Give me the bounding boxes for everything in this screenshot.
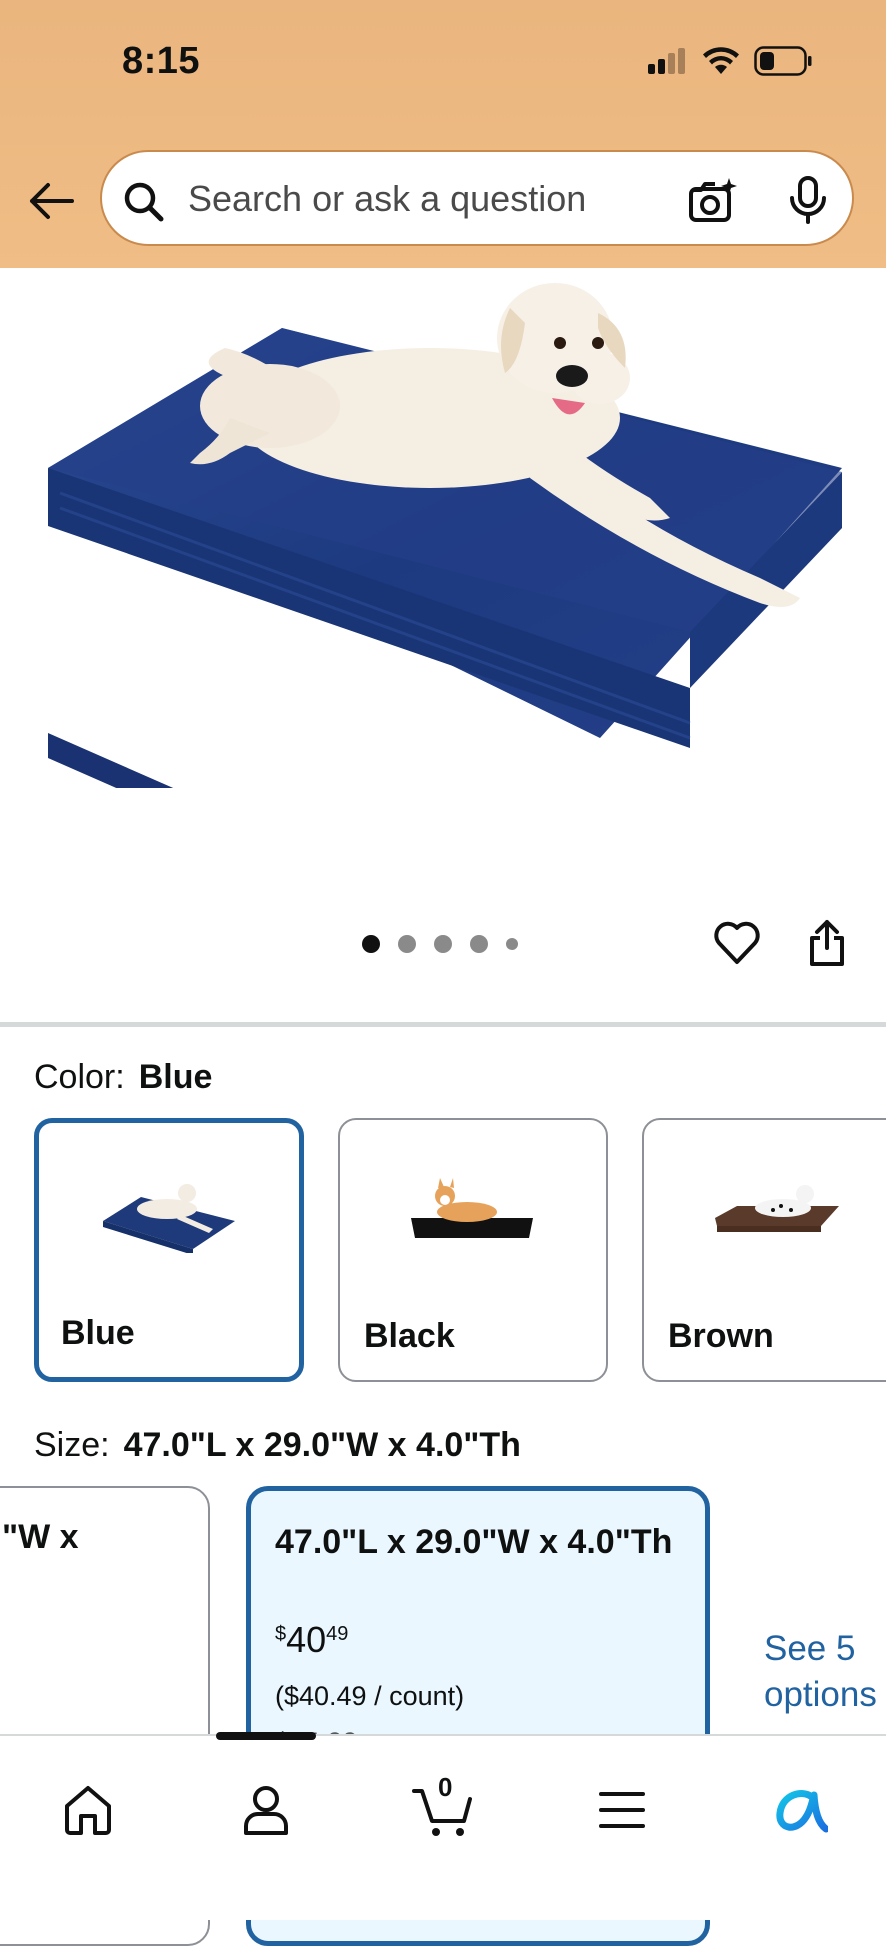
color-label: Color: Blue (34, 1058, 212, 1097)
swatch-image-brown (715, 1185, 839, 1232)
swatch-label: Brown (668, 1317, 774, 1355)
hamburger-menu-icon (599, 1792, 645, 1828)
search-input[interactable] (186, 172, 750, 226)
swatch-label: Black (364, 1317, 455, 1355)
back-arrow-icon (30, 183, 74, 219)
color-swatch-brown[interactable]: Brown (642, 1118, 886, 1382)
size-label: Size: 47.0"L x 29.0"W x 4.0"Th (34, 1426, 521, 1465)
carousel-dot[interactable] (506, 938, 518, 950)
swatch-label: Blue (61, 1314, 135, 1352)
search-bar[interactable] (100, 150, 854, 246)
tab-cart[interactable]: 0 (404, 1770, 484, 1850)
carousel-dot[interactable] (470, 935, 488, 953)
color-swatch-blue[interactable]: Blue (34, 1118, 304, 1382)
size-label-text: Size: (34, 1426, 110, 1464)
add-to-wishlist-button[interactable] (712, 918, 762, 971)
heart-icon (714, 921, 760, 964)
camera-icon (689, 178, 737, 222)
battery-icon (754, 46, 812, 76)
home-icon (65, 1786, 111, 1835)
voice-search-button[interactable] (788, 176, 828, 229)
selected-color: Blue (138, 1058, 213, 1096)
carousel-dot[interactable] (362, 935, 380, 953)
color-label-text: Color: (34, 1058, 125, 1096)
image-carousel-dots[interactable] (362, 935, 518, 953)
signal-icon (648, 48, 685, 74)
tab-menu[interactable] (582, 1770, 662, 1850)
rufus-icon (776, 1790, 828, 1833)
size-option-title: "W x (2, 1518, 79, 1556)
price-fraction: 49 (326, 1623, 349, 1645)
carousel-dot[interactable] (398, 935, 416, 953)
person-icon (244, 1786, 288, 1835)
selected-size: 47.0"L x 29.0"W x 4.0"Th (123, 1426, 521, 1464)
carousel-dot[interactable] (434, 935, 452, 953)
see-more-options-link[interactable]: See 5 options (764, 1626, 884, 1718)
camera-search-button[interactable] (687, 176, 739, 229)
tab-rufus-assistant[interactable] (760, 1770, 840, 1850)
status-icons (648, 46, 812, 76)
cart-count: 0 (438, 1772, 453, 1802)
size-option-title: 47.0"L x 29.0"W x 4.0"Th (275, 1523, 673, 1561)
share-button[interactable] (806, 918, 848, 973)
swatch-image-blue (103, 1184, 235, 1253)
wifi-icon (703, 47, 739, 74)
back-button[interactable] (26, 178, 76, 224)
header: 8:15 (0, 0, 886, 268)
share-icon (810, 920, 844, 966)
unit-price: ($40.49 / count) (275, 1681, 465, 1711)
search-icon (124, 182, 164, 222)
microphone-icon (790, 176, 826, 224)
price-whole: 40 (286, 1619, 327, 1660)
status-time: 8:15 (122, 40, 201, 82)
price: $4049 (275, 1619, 348, 1661)
active-tab-indicator (216, 1732, 316, 1740)
tab-home[interactable] (48, 1770, 128, 1850)
swatch-image-black (411, 1178, 533, 1238)
section-divider (0, 1022, 886, 1027)
bottom-navigation-bar: 0 (0, 1732, 886, 1920)
color-swatch-black[interactable]: Black (338, 1118, 608, 1382)
tab-account[interactable] (226, 1770, 306, 1850)
product-image[interactable] (0, 268, 886, 788)
price-currency: $ (275, 1623, 287, 1645)
